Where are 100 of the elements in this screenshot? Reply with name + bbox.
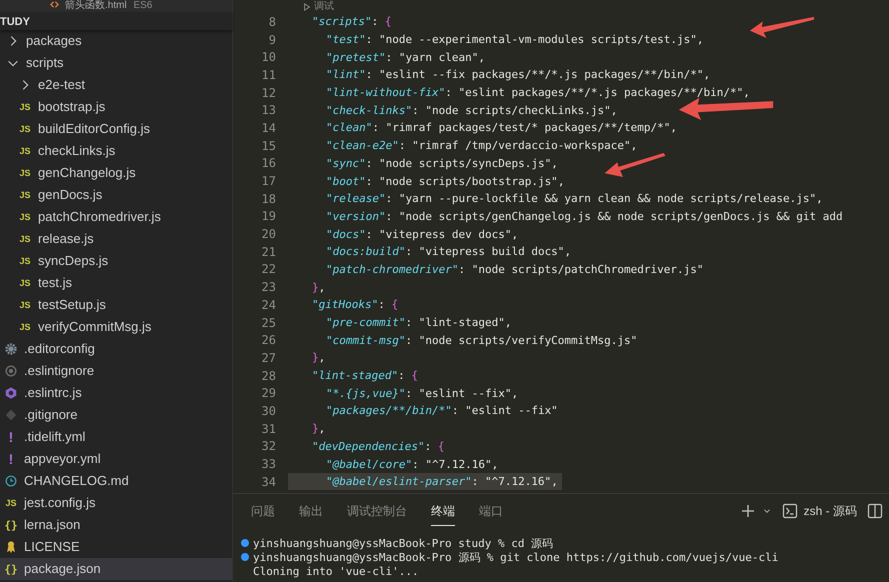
file-tree-item[interactable]: {} package.json bbox=[0, 558, 232, 580]
file-tree-item[interactable]: .editorconfig bbox=[0, 338, 232, 360]
line-number: 11 bbox=[260, 68, 276, 82]
line-number: 18 bbox=[260, 192, 276, 206]
file-tree-item[interactable]: .eslintignore bbox=[0, 360, 232, 382]
line-number: 33 bbox=[260, 457, 276, 472]
file-tree-item[interactable]: ! .tidelift.yml bbox=[0, 426, 232, 448]
explorer-section-title[interactable]: TUDY bbox=[0, 12, 232, 30]
js-file-icon: JS bbox=[18, 189, 32, 201]
code-line: }, bbox=[311, 421, 326, 438]
code-line: "boot": "node scripts/bootstrap.js", bbox=[325, 174, 566, 190]
clock-icon bbox=[4, 474, 18, 488]
ribbon-icon bbox=[4, 540, 18, 554]
file-tree-item[interactable]: packages bbox=[0, 30, 232, 52]
code-line: "check-links": "node scripts/checkLinks.js", bbox=[325, 102, 618, 119]
file-tree-item[interactable]: ! appveyor.yml bbox=[0, 448, 232, 470]
file-tree-item[interactable]: JS genChangelog.js bbox=[0, 162, 232, 184]
code-line: "test": "node --experimental-vm-modules scripts/test.js", bbox=[325, 32, 705, 48]
panel-tab[interactable]: 端口 bbox=[479, 496, 503, 526]
file-tree-item[interactable]: JS verifyCommitMsg.js bbox=[0, 316, 232, 338]
panel-tab[interactable]: 问题 bbox=[251, 496, 275, 526]
file-tree-item[interactable]: JS genDocs.js bbox=[0, 184, 232, 206]
panel-tab[interactable]: 终端 bbox=[431, 496, 455, 526]
file-tree-item[interactable]: LICENSE bbox=[0, 536, 232, 558]
code-line: "patch-chromedriver": "node scripts/patchChromedriver.js" bbox=[325, 262, 704, 278]
file-tree-item[interactable]: JS release.js bbox=[0, 228, 232, 250]
file-tree-item[interactable]: JS buildEditorConfig.js bbox=[0, 118, 232, 140]
play-icon[interactable] bbox=[303, 2, 311, 10]
code-line: "lint-staged": { bbox=[311, 368, 419, 384]
code-line: "packages/**/bin/*": "eslint --fix" bbox=[325, 403, 559, 420]
terminal-icon bbox=[782, 503, 798, 519]
line-number: 20 bbox=[260, 227, 276, 242]
exclamation-icon: ! bbox=[4, 452, 18, 466]
line-number: 29 bbox=[260, 386, 276, 400]
line-number: 19 bbox=[260, 209, 276, 224]
file-tree-item[interactable]: JS bootstrap.js bbox=[0, 96, 232, 118]
braces-icon: {} bbox=[4, 518, 18, 532]
exclamation-icon: ! bbox=[4, 430, 18, 444]
line-number: 31 bbox=[260, 422, 276, 436]
circle-icon bbox=[4, 364, 18, 378]
js-file-icon: JS bbox=[18, 299, 32, 311]
file-tree-item[interactable]: scripts bbox=[0, 52, 232, 74]
line-number: 25 bbox=[260, 316, 276, 330]
diamond-icon bbox=[4, 408, 18, 422]
file-tree-item[interactable]: .gitignore bbox=[0, 404, 232, 426]
code-line: "devDependencies": { bbox=[311, 438, 446, 455]
annotation-arrow bbox=[603, 153, 667, 177]
terminal-name[interactable]: zsh - 源码 bbox=[804, 502, 857, 520]
js-file-icon: JS bbox=[18, 145, 32, 157]
js-file-icon: JS bbox=[18, 167, 32, 179]
code-line: "*.{js,vue}": "eslint --fix", bbox=[325, 386, 520, 402]
debug-codelens[interactable]: 调试 bbox=[314, 0, 334, 13]
line-number: 28 bbox=[260, 368, 276, 383]
panel-tab[interactable]: 输出 bbox=[299, 496, 323, 526]
file-tree-item[interactable]: JS syncDeps.js bbox=[0, 250, 232, 272]
line-number: 10 bbox=[260, 50, 276, 64]
line-number: 26 bbox=[260, 333, 276, 348]
line-number: 27 bbox=[260, 350, 276, 365]
gear-icon bbox=[4, 342, 18, 356]
file-tree-item[interactable]: .eslintrc.js bbox=[0, 382, 232, 404]
panel-tab[interactable]: 调试控制台 bbox=[347, 496, 407, 526]
file-tree-item[interactable]: JS checkLinks.js bbox=[0, 140, 232, 162]
code-line: "sync": "node scripts/syncDeps.js", bbox=[325, 156, 559, 172]
code-line: "lint-without-fix": "eslint packages/**/*.js packages/**/bin/*", bbox=[325, 85, 751, 102]
js-file-icon: JS bbox=[18, 321, 32, 333]
code-line: "release": "yarn --pure-lockfile && yarn clean && node scripts/release.js", bbox=[325, 191, 824, 208]
line-number: 17 bbox=[260, 174, 276, 188]
line-number: 22 bbox=[260, 262, 276, 276]
code-line: "commit-msg": "node scripts/verifyCommitMsg.js" bbox=[325, 332, 638, 349]
open-tab[interactable]: 箭头函数.html ES6 bbox=[0, 0, 232, 12]
file-tree-item[interactable]: JS testSetup.js bbox=[0, 294, 232, 316]
js-file-icon: JS bbox=[18, 123, 32, 135]
line-number: 16 bbox=[260, 156, 276, 170]
code-line: "@babel/core": "^7.12.16", bbox=[325, 456, 500, 473]
braces-icon: {} bbox=[4, 562, 18, 576]
code-line: "docs:build": "vitepress build docs", bbox=[325, 244, 572, 260]
line-number: 21 bbox=[260, 244, 276, 259]
line-number: 13 bbox=[260, 103, 276, 118]
file-tree-item[interactable]: JS test.js bbox=[0, 272, 232, 294]
code-line: }, bbox=[311, 350, 326, 366]
js-file-icon: JS bbox=[18, 255, 32, 267]
line-number: 24 bbox=[260, 298, 276, 312]
line-number: 12 bbox=[260, 86, 276, 100]
split-icon[interactable] bbox=[867, 503, 883, 519]
code-line: "pre-commit": "lint-staged", bbox=[325, 315, 512, 332]
code-line: "clean": "rimraf packages/test/* packages/**/temp/*", bbox=[325, 120, 678, 136]
plus-icon[interactable] bbox=[740, 503, 756, 519]
code-line: "docs": "vitepress dev docs", bbox=[325, 226, 520, 243]
file-tree-item[interactable]: CHANGELOG.md bbox=[0, 470, 232, 492]
file-tree-item[interactable]: {} lerna.json bbox=[0, 514, 232, 536]
js-file-icon: JS bbox=[18, 277, 32, 289]
file-tree-item[interactable]: JS patchChromedriver.js bbox=[0, 206, 232, 228]
file-tree-item[interactable]: JS jest.config.js bbox=[0, 492, 232, 514]
line-number: 15 bbox=[260, 138, 276, 153]
code-line: "scripts": { bbox=[311, 14, 392, 30]
file-tree-item[interactable]: e2e-test bbox=[0, 74, 232, 96]
terminal-line: yinshuangshuang@yssMacBook-Pro 源码 % git clone https://github.com/vuejs/vue-cli bbox=[253, 550, 778, 564]
annotation-arrow bbox=[748, 16, 816, 38]
hexagon-icon bbox=[4, 386, 18, 400]
line-number: 14 bbox=[260, 120, 276, 135]
